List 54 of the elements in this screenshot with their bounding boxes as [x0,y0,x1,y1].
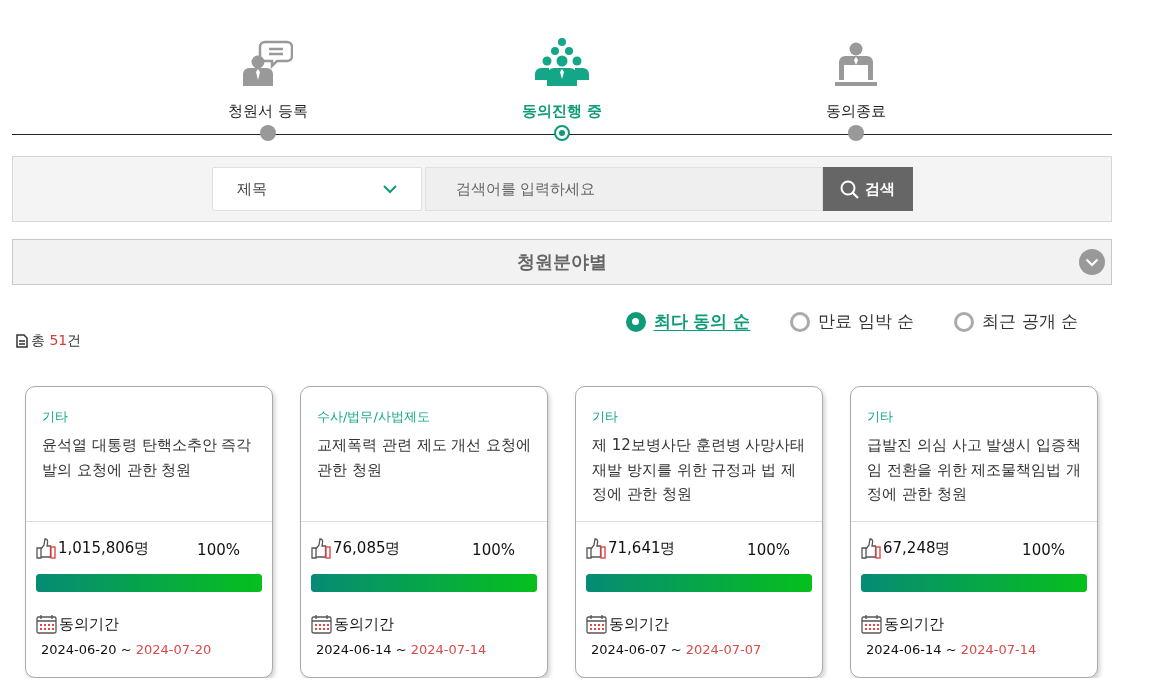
period-label: 동의기간 [59,614,119,634]
thumbs-up-icon [861,538,881,559]
agree-period: 2024-06-20 ~ 2024-07-20 [41,642,213,657]
agree-count: 67,248명 [883,539,951,558]
field-select[interactable]: 제목 [211,167,422,211]
period-label: 동의기간 [884,614,944,634]
agree-percent: 100% [1022,541,1065,559]
thumbs-up-icon [586,538,606,559]
agree-period: 2024-06-14 ~ 2024-07-14 [866,642,1038,657]
search-icon [840,179,859,199]
step-label: 청원서 등록 [228,101,308,122]
speaking-person-icon [243,40,293,86]
step-label: 동의진행 중 [521,101,603,122]
period-label: 동의기간 [334,614,394,634]
petition-title: 제 12보병사단 훈련병 사망사태 재발 방지를 위한 규정과 법 제정에 관한 청원 [592,435,807,505]
search-field[interactable]: 검색어를 입력하세요 [424,167,823,211]
calendar-icon [861,614,882,634]
agree-percent: 100% [472,541,515,559]
petition-category: 수사/법무/사법제도 [317,408,431,426]
petition-title: 급발진 의심 사고 발생시 입증책임 전환을 위한 제조물책임법 개정에 관한 청원 [867,435,1083,505]
calendar-icon [36,614,57,634]
period-label: 동의기간 [609,614,669,634]
petition-title: 윤석열 대통령 탄핵소추안 즉각 발의 요청에 관한 청원 [42,435,253,481]
thumbs-up-icon [311,538,331,559]
chevron-down-icon [382,184,397,194]
document-icon [16,334,28,348]
thumbs-up-icon [36,538,56,559]
petition-category: 기타 [42,408,69,426]
total-count: 총 51건 [31,332,82,350]
podium-speaker-icon [835,42,877,86]
petition-card[interactable]: 수사/법무/사법제도 교제폭력 관련 제도 개선 요청에 관한 청원 76,085명 100% 동의기간 2024-06-14 ~ 2024-07-14 [300,386,548,678]
petition-card[interactable]: 기타 급발진 의심 사고 발생시 입증책임 전환을 위한 제조물책임법 개정에 관한 청원 67,248명 100% 동의기간 2024-06-14 ~ 2024-07-14 [850,386,1098,678]
petition-category: 기타 [867,408,894,426]
petition-category: 기타 [592,408,619,426]
search-button[interactable]: 검색 [822,167,913,211]
agree-count: 76,085명 [333,539,401,558]
calendar-icon [586,614,607,634]
calendar-icon [311,614,332,634]
crowd-icon [535,38,589,86]
petition-card[interactable]: 기타 제 12보병사단 훈련병 사망사태 재발 방지를 위한 규정과 법 제정에 관한 청원 71,641명 100% 동의기간 2024-06-07 ~ 2024-07-07 [575,386,823,678]
petition-title: 교제폭력 관련 제도 개선 요청에 관한 청원 [317,435,533,481]
agree-count: 1,015,806명 [58,539,150,558]
sort-option[interactable]: 만료 임박 순 [790,310,915,333]
step-label: 동의종료 [826,101,886,122]
agree-period: 2024-06-07 ~ 2024-07-07 [591,642,763,657]
chevron-down-icon [1079,249,1105,275]
sort-option[interactable]: 최근 공개 순 [954,310,1078,333]
petition-card[interactable]: 기타 윤석열 대통령 탄핵소추안 즉각 발의 요청에 관한 청원 1,015,806명 100% 동의기간 2024-06-20 ~ 2024-07-20 [25,386,273,678]
category-filter-bar[interactable]: 청원분야별 [12,239,1112,285]
agree-percent: 100% [197,541,240,559]
sort-option[interactable]: 최다 동의 순 [625,310,751,333]
agree-count: 71,641명 [608,539,676,558]
agree-period: 2024-06-14 ~ 2024-07-14 [316,642,488,657]
agree-percent: 100% [747,541,790,559]
